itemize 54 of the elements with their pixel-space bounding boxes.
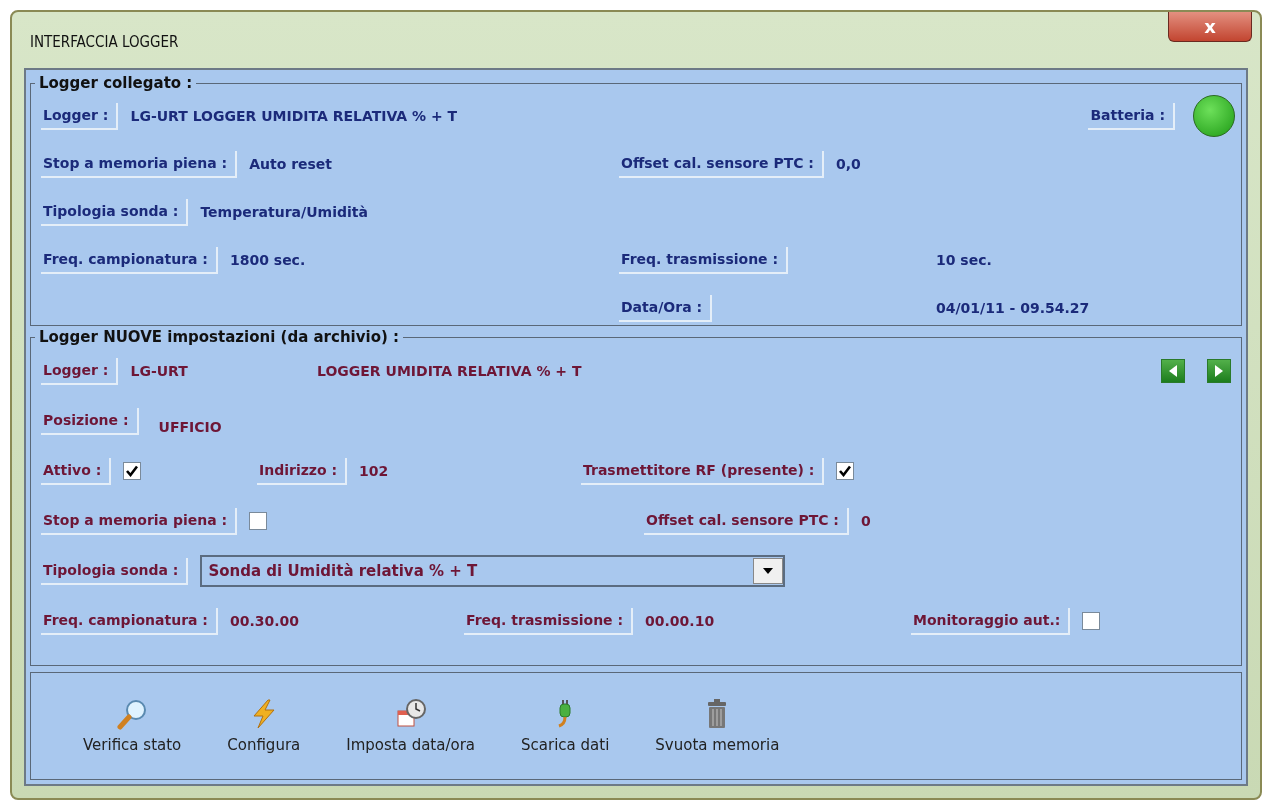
field-value: 00.30.00: [229, 613, 300, 629]
field-label: Monitoraggio aut.:: [911, 607, 1071, 635]
field-value: 10 sec.: [936, 252, 993, 268]
group-title: Logger collegato :: [38, 74, 194, 92]
checkbox[interactable]: [836, 462, 855, 480]
field-value: 102: [359, 463, 389, 479]
field-label: Trasmettitore RF (presente) :: [581, 457, 825, 485]
field-value: LG-URT: [130, 363, 188, 379]
field-label: Attivo :: [41, 457, 112, 485]
caret-icon: [763, 568, 774, 574]
field-label: Logger :: [41, 357, 119, 385]
window-title: INTERFACCIA LOGGER: [30, 33, 179, 51]
field-label: Freq. trasmissione :: [464, 607, 634, 635]
field-label: Freq. trasmissione :: [619, 246, 789, 274]
field-label: Offset cal. sensore PTC :: [619, 150, 824, 178]
field-value: 04/01/11 - 09.54.27: [936, 300, 1091, 316]
field-label: Posizione :: [41, 407, 139, 435]
field-value: UFFICIO: [158, 419, 222, 435]
toolbar-button[interactable]: Svuota memoria: [643, 694, 792, 758]
field-label: Stop a memoria piena :: [41, 150, 238, 178]
checkbox[interactable]: [123, 462, 142, 480]
field-label: Freq. campionatura :: [41, 607, 218, 635]
clock-icon: [394, 698, 427, 730]
field-label: Tipologia sonda :: [41, 198, 189, 226]
previous-button[interactable]: [1161, 359, 1185, 383]
toolbar-button[interactable]: Configura: [215, 694, 313, 758]
field-value: Temperatura/Umidità: [200, 204, 368, 220]
field-value: Auto reset: [249, 156, 333, 172]
close-button[interactable]: x: [1168, 12, 1252, 42]
field-label: Logger :: [41, 102, 119, 130]
group-title: Logger NUOVE impostazioni (da archivio) :: [38, 328, 400, 346]
field-value: 0: [860, 513, 871, 529]
field-value: LG-URT LOGGER UMIDITA RELATIVA % + T: [130, 108, 458, 124]
field-label: Tipologia sonda :: [41, 557, 189, 585]
field-value: LOGGER UMIDITA RELATIVA % + T: [317, 363, 583, 379]
search-icon: [116, 698, 149, 730]
field-value: 00.00.10: [645, 613, 715, 629]
field-label: Offset cal. sensore PTC :: [644, 507, 849, 535]
toolbar-button[interactable]: Scarica dati: [509, 694, 622, 758]
toolbar-button[interactable]: Verifica stato: [71, 694, 194, 758]
probe-dropdown[interactable]: Sonda di Umidità relativa % + T: [200, 555, 786, 587]
checkbox[interactable]: [1082, 612, 1101, 630]
field-value: 1800 sec.: [229, 252, 306, 268]
field-label: Batteria :: [1088, 102, 1175, 130]
field-label: Freq. campionatura :: [41, 246, 218, 274]
right-arrow-icon: [1213, 364, 1225, 378]
field-label: Stop a memoria piena :: [41, 507, 238, 535]
left-arrow-icon: [1167, 364, 1179, 378]
checkbox[interactable]: [249, 512, 268, 530]
field-value: 0,0: [835, 156, 861, 172]
field-label: Data/Ora :: [619, 294, 713, 322]
field-label: Indirizzo :: [257, 457, 348, 485]
next-button[interactable]: [1207, 359, 1231, 383]
toolbar-button[interactable]: Imposta data/ora: [334, 694, 488, 758]
